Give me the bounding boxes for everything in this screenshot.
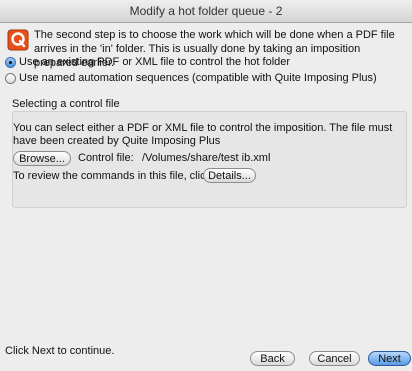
details-button[interactable]: Details...	[203, 168, 256, 183]
option-automation-sequences[interactable]: Use named automation sequences (compatib…	[5, 72, 377, 84]
option-automation-sequences-label: Use named automation sequences (compatib…	[19, 72, 377, 84]
cancel-button[interactable]: Cancel	[309, 351, 360, 366]
window-title: Modify a hot folder queue - 2	[129, 4, 283, 18]
control-file-label: Control file:	[78, 152, 134, 164]
radio-unselected-icon[interactable]	[5, 72, 16, 84]
option-existing-file[interactable]: Use an existing PDF or XML file to contr…	[5, 56, 290, 68]
option-existing-file-label: Use an existing PDF or XML file to contr…	[19, 56, 291, 68]
group-description: You can select either a PDF or XML file …	[13, 122, 393, 147]
footer-instruction: Click Next to continue.	[5, 345, 115, 357]
back-button[interactable]: Back	[250, 351, 295, 366]
window-title-bar: Modify a hot folder queue - 2	[0, 0, 412, 23]
control-file-path: /Volumes/share/test ib.xml	[142, 152, 271, 164]
group-title: Selecting a control file	[12, 98, 120, 110]
app-logo-icon	[7, 29, 29, 51]
browse-button[interactable]: Browse...	[13, 151, 71, 166]
next-button[interactable]: Next	[368, 351, 411, 366]
dialog-content: The second step is to choose the work wh…	[0, 23, 412, 371]
review-text: To review the commands in this file, cli…	[13, 170, 212, 182]
radio-selected-icon[interactable]	[5, 56, 16, 68]
